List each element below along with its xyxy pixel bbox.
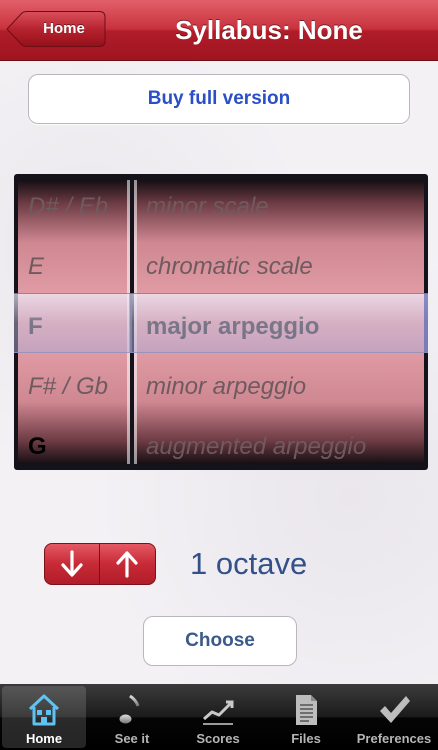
tab-files[interactable]: Files [264, 686, 348, 748]
scale-picker[interactable]: D# / Eb E F F# / Gb G minor scale chroma… [14, 174, 428, 470]
tab-see-it-label: See it [114, 731, 150, 746]
home-button-label: Home [43, 20, 85, 37]
line-chart-icon [203, 700, 234, 725]
page-title: Syllabus: None [175, 15, 363, 45]
picker-note-row[interactable]: G [18, 417, 130, 464]
picker-type-row[interactable]: augmented arpeggio [134, 417, 424, 464]
house-icon [28, 694, 60, 726]
arrow-down-icon [61, 550, 83, 577]
navigation-bar: Home Syllabus: None [0, 0, 438, 61]
octave-down-button[interactable] [45, 544, 100, 584]
arrow-up-icon [116, 551, 138, 578]
tab-see-it[interactable]: See it [90, 686, 174, 748]
tab-scores-label: Scores [196, 731, 240, 746]
picker-column-notes[interactable]: D# / Eb E F F# / Gb G [18, 180, 130, 464]
tab-files-label: Files [291, 731, 321, 746]
picker-type-row[interactable]: chromatic scale [134, 237, 424, 297]
tab-bar: Home See it Scores Files Preferences [0, 684, 438, 750]
picker-column-types[interactable]: minor scale chromatic scale major arpegg… [134, 180, 424, 464]
octave-label: 1 octave [190, 546, 308, 581]
octave-stepper[interactable] [44, 543, 156, 585]
checkmark-icon [380, 696, 410, 723]
octave-up-button[interactable] [100, 544, 154, 584]
music-note-icon [119, 694, 140, 724]
picker-type-row[interactable]: minor arpeggio [134, 357, 424, 417]
document-icon [296, 695, 317, 725]
picker-note-row-selected[interactable]: F [18, 297, 130, 357]
tab-scores[interactable]: Scores [176, 686, 260, 748]
buy-full-version-button[interactable]: Buy full version [28, 74, 410, 124]
picker-note-row[interactable]: D# / Eb [18, 180, 130, 237]
tab-preferences-label: Preferences [356, 731, 432, 746]
tab-home-label: Home [25, 731, 63, 746]
tab-home[interactable]: Home [2, 686, 86, 748]
picker-note-row[interactable]: F# / Gb [18, 357, 130, 417]
home-back-button[interactable]: Home [6, 11, 106, 47]
choose-button[interactable]: Choose [143, 616, 297, 666]
picker-type-row[interactable]: minor scale [134, 180, 424, 237]
picker-type-row-selected[interactable]: major arpeggio [134, 297, 424, 357]
picker-note-row[interactable]: E [18, 237, 130, 297]
tab-preferences[interactable]: Preferences [352, 686, 436, 748]
